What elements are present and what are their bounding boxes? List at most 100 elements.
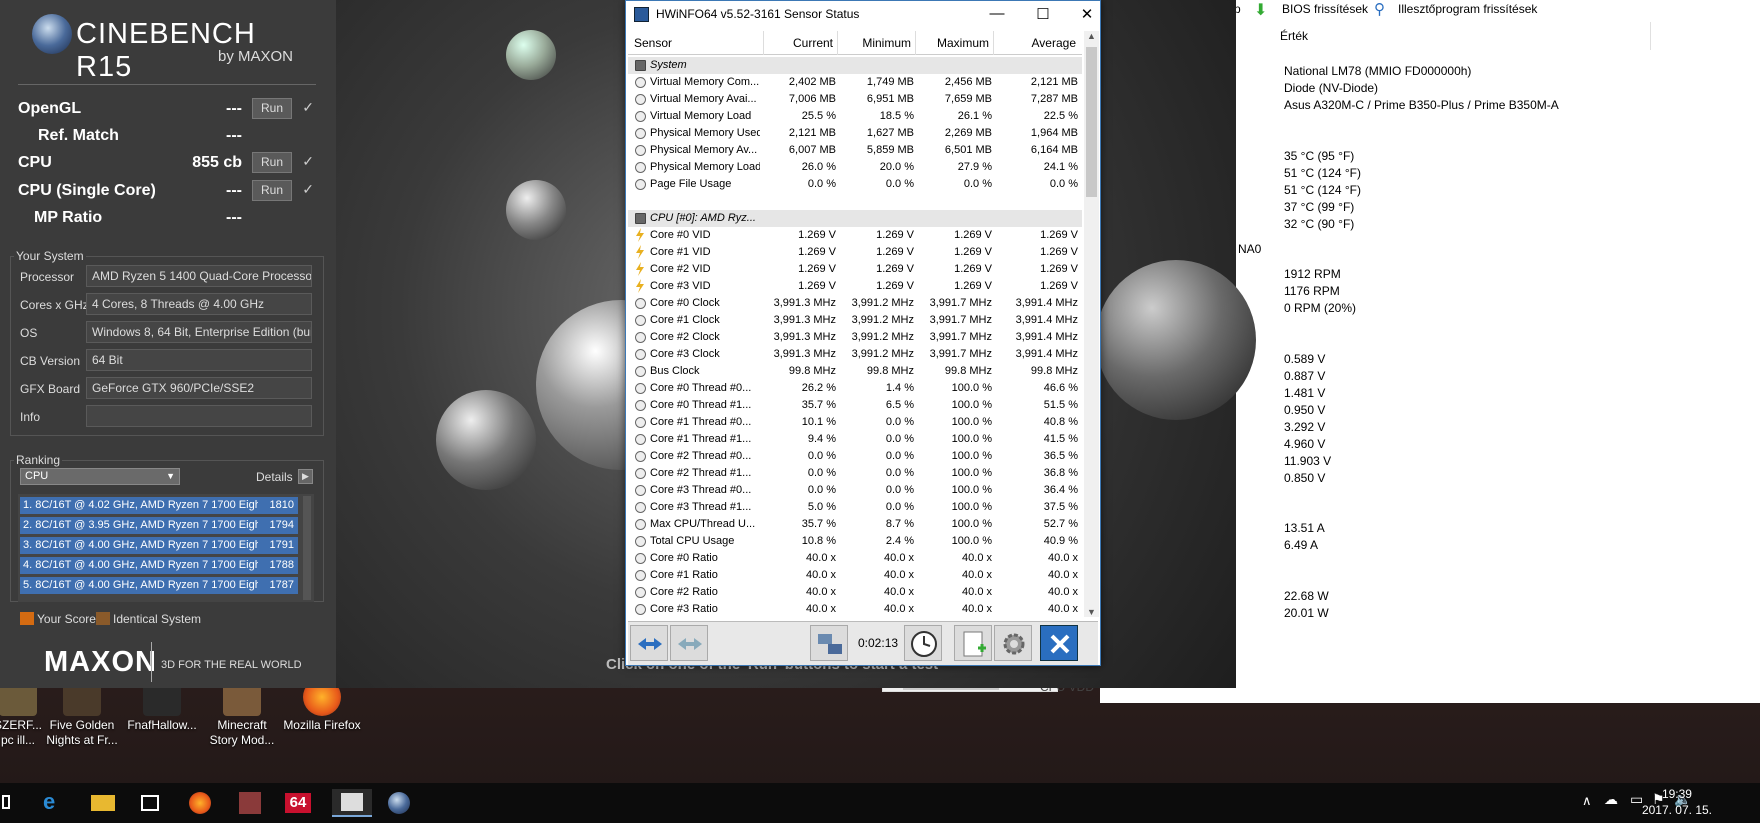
ranking-row[interactable]: 1. 8C/16T @ 4.02 GHz, AMD Ryzen 7 1700 E…: [20, 497, 298, 514]
sensor-row[interactable]: Virtual Memory Com... 2,402 MB 1,749 MB 2,4…: [628, 74, 1082, 91]
column-maximum[interactable]: Maximum: [916, 31, 994, 55]
sensor-gauge-icon: [635, 298, 646, 309]
ranking-row[interactable]: 5. 8C/16T @ 4.00 GHz, AMD Ryzen 7 1700 E…: [20, 577, 298, 594]
taskbar-firefox[interactable]: [186, 789, 216, 817]
sensor-row[interactable]: Physical Memory Av... 6,007 MB 5,859 MB 6,5…: [628, 142, 1082, 159]
enable-checkbox[interactable]: ✓: [302, 153, 314, 170]
sensor-value: 0 RPM (20%): [1284, 301, 1357, 315]
enable-checkbox[interactable]: ✓: [302, 99, 314, 116]
ranking-select[interactable]: CPU ▼: [20, 468, 180, 485]
details-button[interactable]: ▶: [298, 469, 313, 484]
sensor-table-body[interactable]: System Virtual Memory Com... 2,402 MB 1,749…: [628, 57, 1082, 617]
maximize-button[interactable]: ☐: [1028, 5, 1058, 23]
info-input[interactable]: [86, 405, 312, 427]
ranking-row[interactable]: 3. 8C/16T @ 4.00 GHz, AMD Ryzen 7 1700 E…: [20, 537, 298, 554]
taskbar-store[interactable]: [136, 789, 166, 817]
sensor-row[interactable]: Core #2 Ratio 40.0 x 40.0 x 40.0 x 40.0 x: [628, 584, 1082, 601]
column-average[interactable]: Average: [994, 31, 1080, 55]
sensor-row[interactable]: Core #3 Thread #1... 5.0 % 0.0 % 100.0 % 37.…: [628, 499, 1082, 516]
taskbar-hwinfo[interactable]: [332, 789, 372, 817]
settings-button[interactable]: [994, 625, 1032, 661]
sensor-value: 0.887 V: [1284, 369, 1326, 383]
hwinfo-titlebar[interactable]: HWiNFO64 v5.52-3161 Sensor Status — ☐ ✕: [626, 1, 1100, 29]
system-clock[interactable]: 19:39 2017. 07. 15.: [1642, 786, 1712, 818]
sensor-minimum: 3,991.2 MHz: [851, 348, 914, 360]
taskbar-cinebench[interactable]: [382, 789, 418, 817]
sensor-row[interactable]: Core #3 VID 1.269 V 1.269 V 1.269 V 1.269 V: [628, 278, 1082, 295]
desktop-icon-five-golden-nights[interactable]: Five Golden Nights at Fr...: [42, 678, 122, 748]
sensor-row[interactable]: Core #1 Ratio 40.0 x 40.0 x 40.0 x 40.0 x: [628, 567, 1082, 584]
sensor-row[interactable]: Total CPU Usage 10.8 % 2.4 % 100.0 % 40.9 %: [628, 533, 1082, 550]
ranking-scrollbar[interactable]: [303, 496, 311, 600]
chevron-up-icon[interactable]: ∧: [1582, 793, 1592, 809]
bios-update-link[interactable]: BIOS frissítések: [1282, 2, 1368, 16]
desktop-icon-minecraft-story-mode[interactable]: Minecraft Story Mod...: [202, 678, 282, 748]
navigate-left-right-button[interactable]: [630, 625, 668, 661]
sensor-row[interactable]: Core #3 Thread #0... 0.0 % 0.0 % 100.0 % 36.…: [628, 482, 1082, 499]
start-button[interactable]: [0, 789, 30, 817]
sensor-row[interactable]: Core #0 Ratio 40.0 x 40.0 x 40.0 x 40.0 x: [628, 550, 1082, 567]
driver-update-link[interactable]: Illesztőprogram frissítések: [1398, 2, 1537, 16]
reset-clock-button[interactable]: [904, 625, 942, 661]
taskbar-file-explorer[interactable]: [88, 789, 118, 817]
sensor-row[interactable]: Physical Memory Load 26.0 % 20.0 % 27.9 % 24…: [628, 159, 1082, 176]
sensor-row[interactable]: Core #3 Clock 3,991.3 MHz 3,991.2 MHz 3,991…: [628, 346, 1082, 363]
aida64-icon: 64: [285, 793, 311, 813]
sensor-row[interactable]: Core #2 VID 1.269 V 1.269 V 1.269 V 1.269 V: [628, 261, 1082, 278]
sensor-row[interactable]: Core #3 Ratio 40.0 x 40.0 x 40.0 x 40.0 x: [628, 601, 1082, 617]
ranking-row[interactable]: 2. 8C/16T @ 3.95 GHz, AMD Ryzen 7 1700 E…: [20, 517, 298, 534]
sensor-row[interactable]: Page File Usage 0.0 % 0.0 % 0.0 % 0.0 %: [628, 176, 1082, 193]
sensor-row[interactable]: Max CPU/Thread U... 35.7 % 8.7 % 100.0 % 52.…: [628, 516, 1082, 533]
sensor-row[interactable]: Core #0 Thread #1... 35.7 % 6.5 % 100.0 % 51…: [628, 397, 1082, 414]
sensor-minimum: 3,991.2 MHz: [851, 297, 914, 309]
column-current[interactable]: Current: [762, 31, 838, 55]
column-minimum[interactable]: Minimum: [838, 31, 916, 55]
scroll-down-icon[interactable]: ▼: [1087, 607, 1096, 617]
scroll-up-icon[interactable]: ▲: [1087, 31, 1096, 41]
sensor-current: 0.0 %: [807, 467, 836, 479]
sensor-row[interactable]: Core #2 Clock 3,991.3 MHz 3,991.2 MHz 3,991…: [628, 329, 1082, 346]
system-row: Processor AMD Ryzen 5 1400 Quad-Core Pro…: [10, 264, 312, 288]
sensor-minimum: 0.0 %: [885, 501, 914, 513]
navigate-button[interactable]: [670, 625, 708, 661]
sensor-row[interactable]: Core #2 Thread #1... 0.0 % 0.0 % 100.0 % 36.…: [628, 465, 1082, 482]
run-single-core-button[interactable]: Run: [252, 180, 292, 201]
sensor-row[interactable]: Core #0 Clock 3,991.3 MHz 3,991.2 MHz 3,991…: [628, 295, 1082, 312]
run-opengl-button[interactable]: Run: [252, 98, 292, 119]
ranking-row[interactable]: 4. 8C/16T @ 4.00 GHz, AMD Ryzen 7 1700 E…: [20, 557, 298, 574]
column-sensor[interactable]: Sensor: [634, 31, 764, 55]
taskbar-aida64[interactable]: 64: [284, 789, 314, 817]
sensor-row[interactable]: Bus Clock 99.8 MHz 99.8 MHz 99.8 MHz 99.8 MH…: [628, 363, 1082, 380]
sensor-row[interactable]: Physical Memory Used 2,121 MB 1,627 MB 2,26…: [628, 125, 1082, 142]
enable-checkbox[interactable]: ✓: [302, 181, 314, 198]
sensor-group-row[interactable]: System: [628, 57, 1082, 74]
taskbar-app[interactable]: [236, 789, 266, 817]
sensor-value: 1912 RPM: [1284, 267, 1341, 281]
sensor-average: 22.5 %: [1043, 110, 1078, 122]
sensor-row[interactable]: Core #2 Thread #0... 0.0 % 0.0 % 100.0 % 36.…: [628, 448, 1082, 465]
report-button[interactable]: [954, 625, 992, 661]
sensor-row[interactable]: Core #1 Clock 3,991.3 MHz 3,991.2 MHz 3,991…: [628, 312, 1082, 329]
run-cpu-button[interactable]: Run: [252, 152, 292, 173]
sensor-group-row[interactable]: CPU [#0]: AMD Ryz...: [628, 210, 1082, 227]
sensor-scrollbar[interactable]: ▲ ▼: [1084, 31, 1099, 617]
scroll-thumb[interactable]: [1086, 47, 1097, 197]
value-column-header[interactable]: Érték: [1280, 29, 1308, 43]
sensor-row[interactable]: Core #1 VID 1.269 V 1.269 V 1.269 V 1.269 V: [628, 244, 1082, 261]
sensor-value: 13.51 A: [1284, 521, 1325, 535]
cloud-icon[interactable]: ☁: [1604, 791, 1618, 808]
sensor-row[interactable]: Virtual Memory Avai... 7,006 MB 6,951 MB 7,…: [628, 91, 1082, 108]
close-sensors-button[interactable]: [1040, 625, 1078, 661]
system-key: Info: [20, 410, 41, 424]
sensor-row[interactable]: Core #1 Thread #1... 9.4 % 0.0 % 100.0 % 41.…: [628, 431, 1082, 448]
sensor-row[interactable]: Core #1 Thread #0... 10.1 % 0.0 % 100.0 % 40…: [628, 414, 1082, 431]
sensor-average: 99.8 MHz: [1030, 365, 1078, 377]
close-button[interactable]: ✕: [1072, 5, 1102, 23]
taskbar-edge[interactable]: e: [38, 789, 68, 817]
minimize-button[interactable]: —: [982, 5, 1012, 22]
sensor-row[interactable]: Core #0 VID 1.269 V 1.269 V 1.269 V 1.269 V: [628, 227, 1082, 244]
network-button[interactable]: [810, 625, 848, 661]
sensor-row[interactable]: Core #0 Thread #0... 26.2 % 1.4 % 100.0 % 46…: [628, 380, 1082, 397]
sensor-row[interactable]: Virtual Memory Load 25.5 % 18.5 % 26.1 % 22.…: [628, 108, 1082, 125]
test-score: 855 cb: [192, 154, 242, 171]
